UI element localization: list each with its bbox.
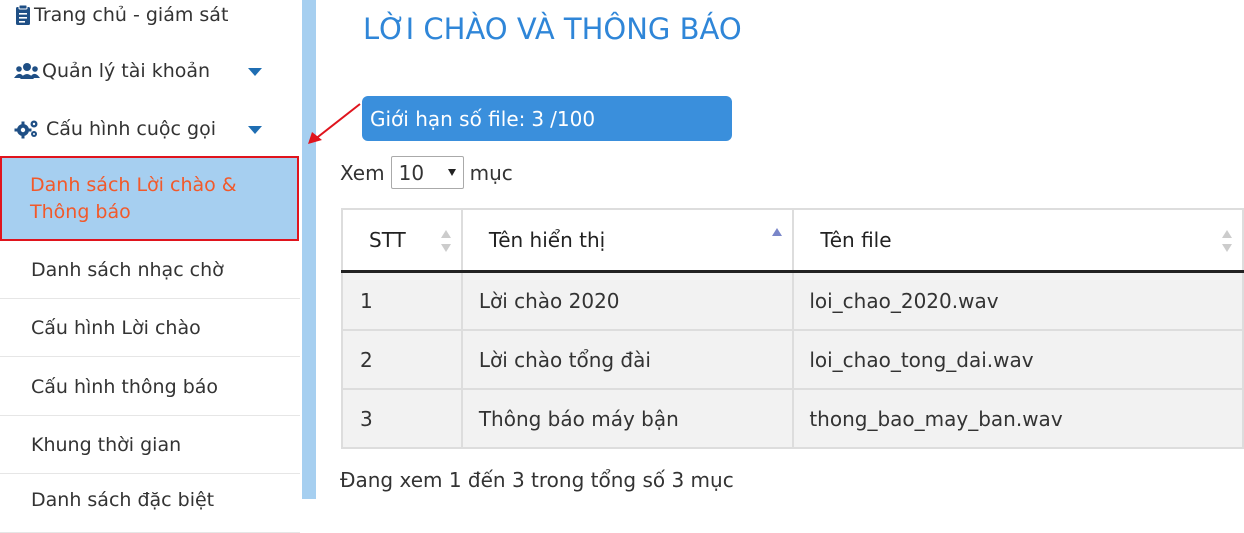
column-header-file-name[interactable]: Tên file (792, 208, 1244, 273)
cell-stt: 2 (341, 329, 463, 390)
page-length-control: Xem 10 mục (340, 156, 513, 189)
sidebar-item-home[interactable]: Trang chủ - giám sát (0, 2, 300, 28)
gears-icon (14, 118, 40, 140)
length-prefix: Xem (340, 160, 385, 185)
sidebar-item-label: Trang chủ - giám sát (34, 4, 229, 26)
sidebar-item-greeting-config[interactable]: Cấu hình Lời chào (0, 299, 300, 357)
cell-display-name: Lời chào tổng đài (460, 329, 795, 390)
file-limit-current: 3 (531, 106, 545, 131)
column-header-display-name[interactable]: Tên hiển thị (460, 208, 795, 273)
cell-stt: 1 (341, 270, 463, 331)
sidebar-item-time-frame[interactable]: Khung thời gian (0, 416, 300, 474)
sidebar-item-call-config[interactable]: Cấu hình cuộc gọi (0, 116, 300, 142)
cell-display-name: Lời chào 2020 (460, 270, 795, 331)
table-header-row: STT Tên hiển thị Tên file (341, 208, 1244, 273)
cell-file-name: loi_chao_2020.wav (792, 270, 1244, 331)
sidebar-item-label: Cấu hình cuộc gọi (46, 118, 216, 140)
sidebar: Trang chủ - giám sát Quản lý tài khoản C… (0, 0, 302, 533)
sidebar-item-label: Khung thời gian (31, 433, 182, 456)
chevron-down-icon (248, 68, 262, 76)
sidebar-item-label: Danh sách Lời chào & Thông báo (30, 173, 237, 223)
sidebar-scroll-strip (302, 0, 316, 499)
column-header-stt[interactable]: STT (341, 208, 463, 273)
users-icon (14, 60, 40, 82)
column-header-label: Tên file (820, 227, 892, 252)
sidebar-item-label: Danh sách đặc biệt (31, 489, 215, 511)
table-row[interactable]: 1 Lời chào 2020 loi_chao_2020.wav (341, 270, 1244, 331)
column-header-label: Tên hiển thị (488, 227, 606, 252)
file-limit-label: Giới hạn số file: (370, 106, 526, 131)
main-content: LỜI CHÀO VÀ THÔNG BÁO Giới hạn số file: … (316, 0, 1244, 499)
table-info: Đang xem 1 đến 3 trong tổng số 3 mục (340, 468, 734, 492)
cell-display-name: Thông báo máy bận (460, 388, 795, 449)
sidebar-item-accounts[interactable]: Quản lý tài khoản (0, 58, 300, 84)
cell-file-name: thong_bao_may_ban.wav (792, 388, 1244, 449)
sidebar-item-greeting-list[interactable]: Danh sách Lời chào & Thông báo (0, 156, 299, 241)
sidebar-item-label: Danh sách nhạc chờ (31, 258, 224, 281)
page-length-select[interactable]: 10 (390, 156, 464, 189)
cell-stt: 3 (341, 388, 463, 449)
cell-file-name: loi_chao_tong_dai.wav (792, 329, 1244, 390)
sidebar-item-special-list[interactable]: Danh sách đặc biệt (0, 475, 300, 533)
page-length-value: 10 (398, 160, 425, 185)
sidebar-item-label: Quản lý tài khoản (42, 60, 211, 82)
chevron-down-icon (248, 126, 262, 134)
sort-icon (1222, 230, 1232, 252)
page-title: LỜI CHÀO VÀ THÔNG BÁO (363, 12, 742, 46)
column-header-label: STT (369, 227, 406, 252)
sort-asc-icon (772, 228, 783, 250)
greeting-table: STT Tên hiển thị Tên file 1 Lời chào 202… (341, 208, 1244, 449)
file-limit-badge: Giới hạn số file: 3 /100 (362, 96, 732, 141)
clipboard-icon (14, 4, 32, 26)
length-suffix: mục (469, 160, 513, 185)
file-limit-max: /100 (550, 106, 596, 131)
sidebar-item-hold-music[interactable]: Danh sách nhạc chờ (0, 241, 300, 299)
table-row[interactable]: 3 Thông báo máy bận thong_bao_may_ban.wa… (341, 388, 1244, 449)
dropdown-arrow-icon (447, 169, 456, 176)
table-row[interactable]: 2 Lời chào tổng đài loi_chao_tong_dai.wa… (341, 329, 1244, 390)
sidebar-item-label: Cấu hình thông báo (31, 375, 219, 398)
sidebar-item-label: Cấu hình Lời chào (31, 316, 201, 339)
sidebar-item-notice-config[interactable]: Cấu hình thông báo (0, 358, 300, 416)
sort-icon (440, 230, 451, 252)
